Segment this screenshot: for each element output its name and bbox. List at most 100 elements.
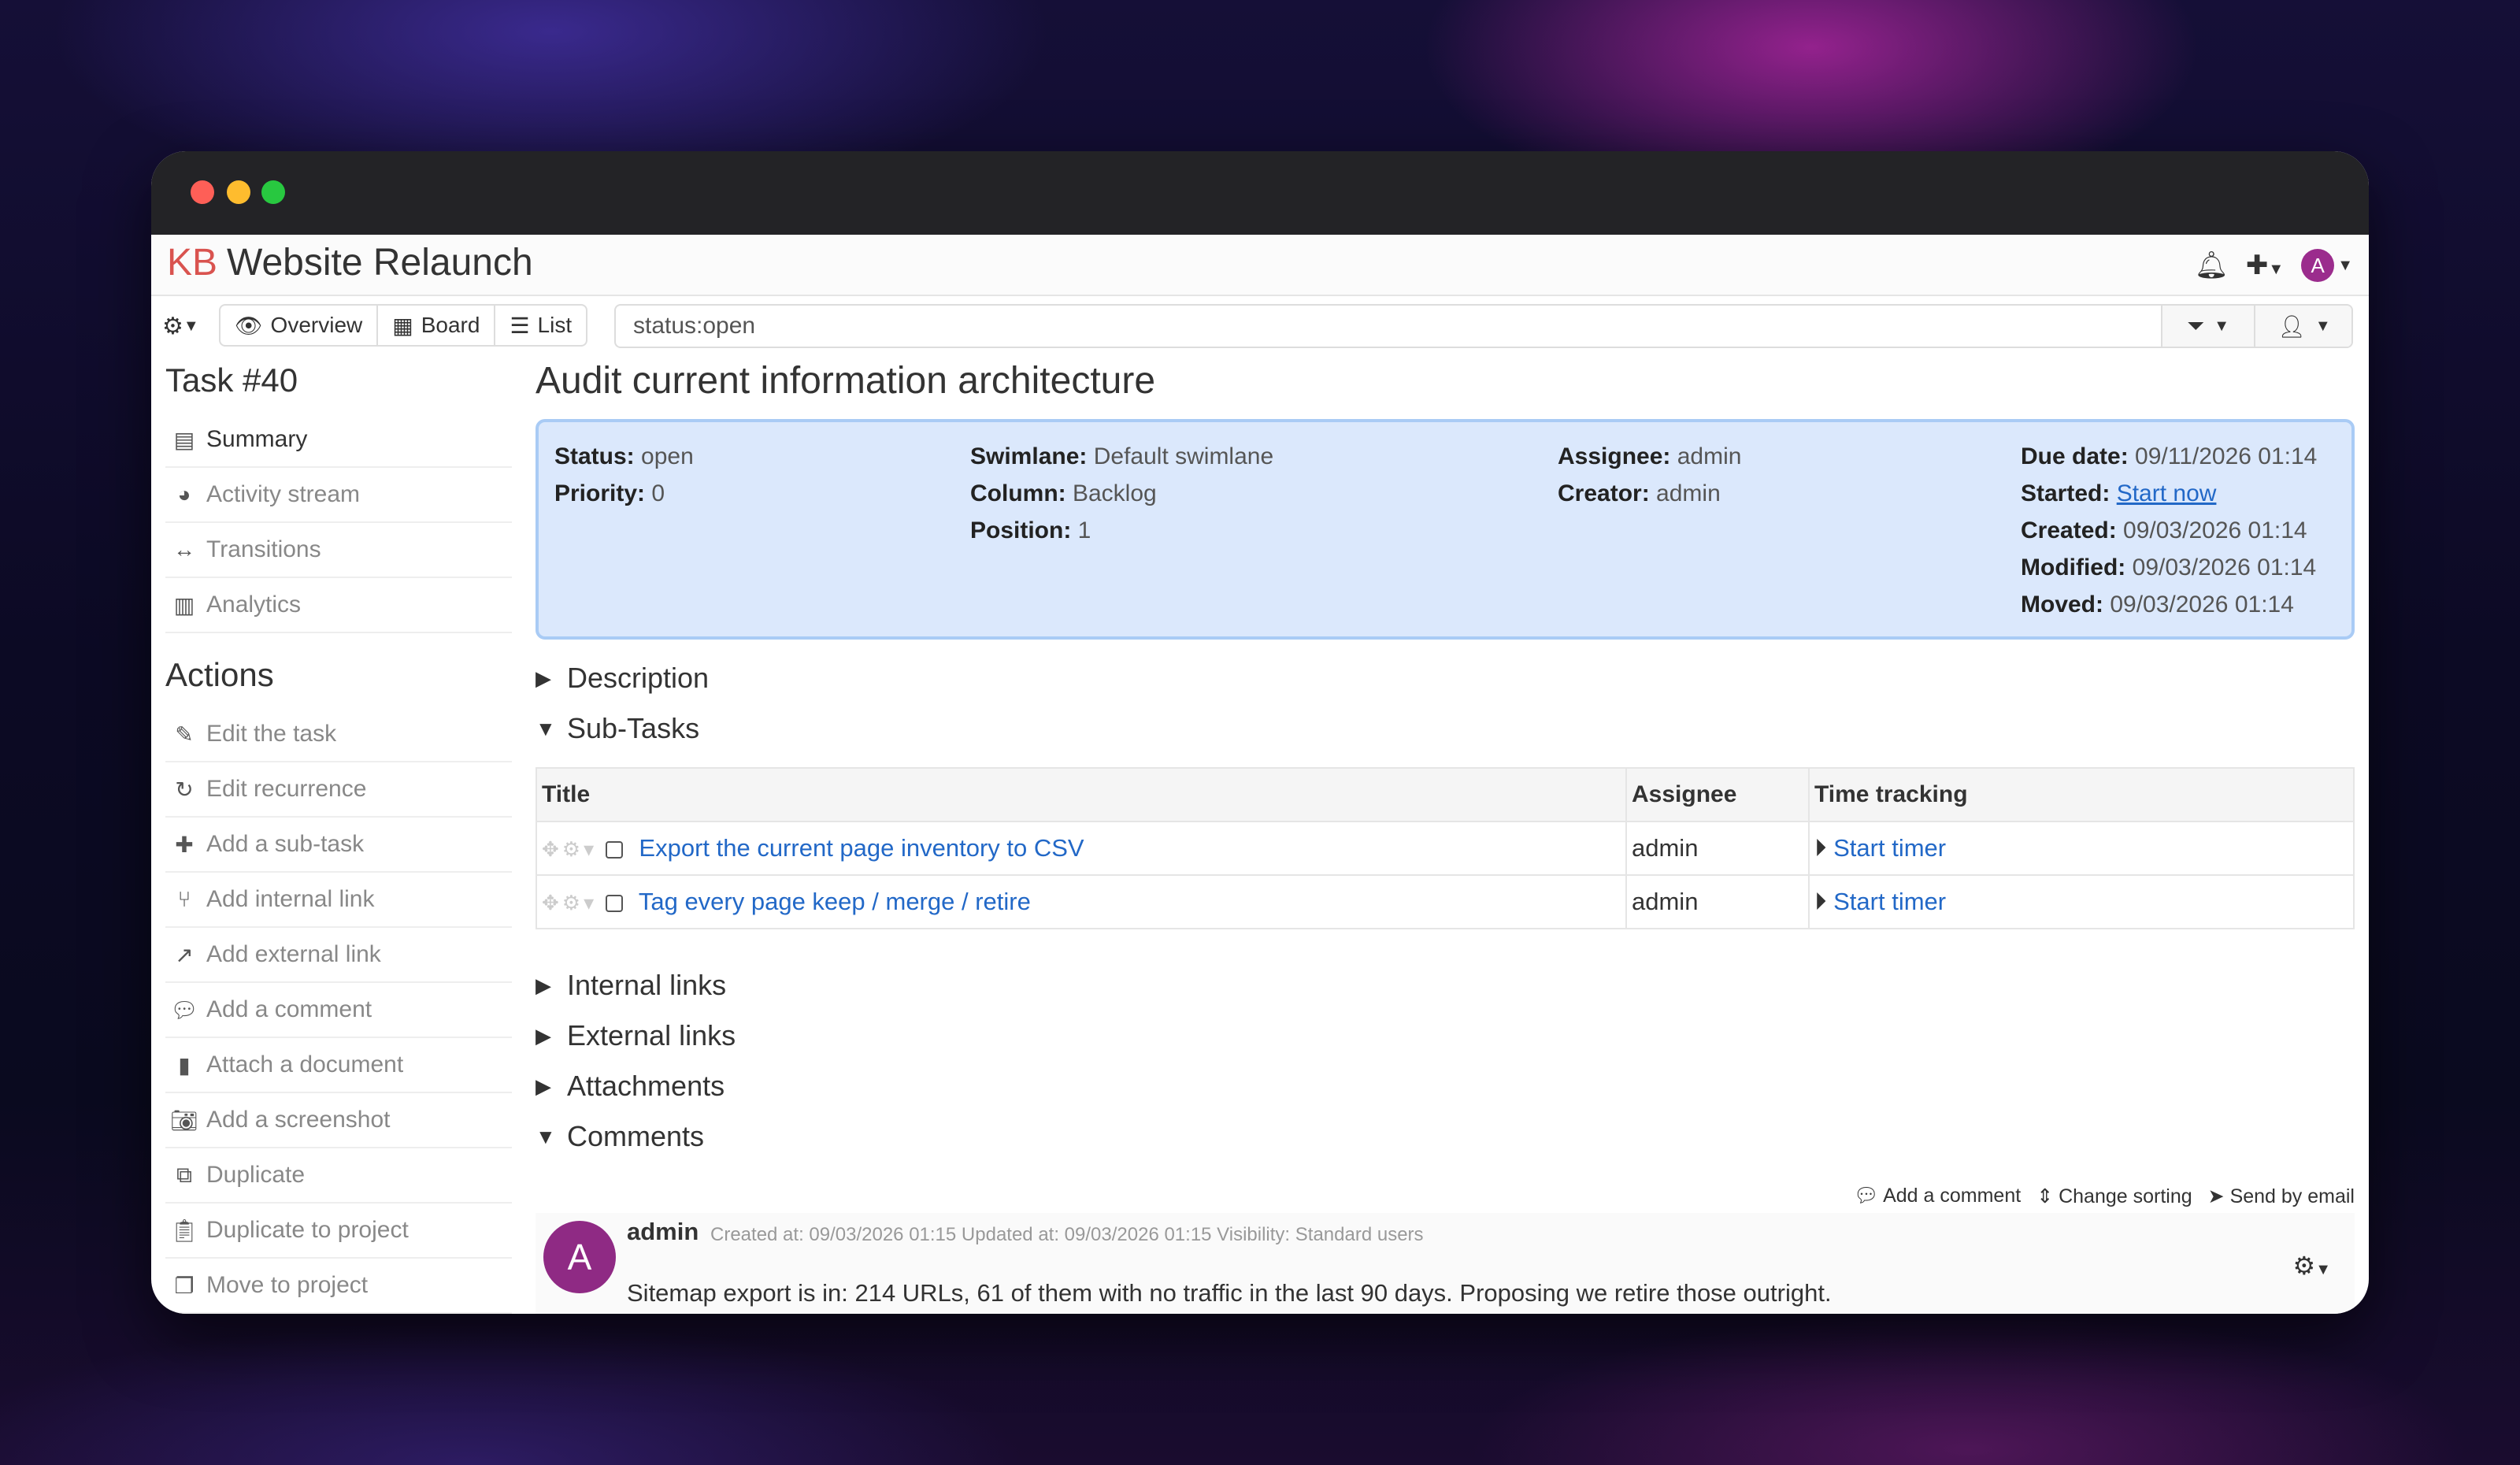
comment-item: A admin Created at: 09/03/2026 01:15 Upd… xyxy=(536,1213,2355,1314)
filter-bar: ⏷▼ 👤︎▼ xyxy=(614,304,2353,348)
subtask-checkbox[interactable] xyxy=(605,894,623,912)
caret-down-icon: ▼ xyxy=(2315,1261,2331,1278)
subtask-title-link[interactable]: Tag every page keep / merge / retire xyxy=(639,888,1031,915)
start-now-link[interactable]: Start now xyxy=(2117,480,2217,506)
action-attach-document[interactable]: ▮ Attach a document xyxy=(165,1038,512,1093)
play-circle-icon: ⏵ xyxy=(1814,833,1827,862)
sidebar-item-analytics[interactable]: ▥ Analytics xyxy=(165,578,512,633)
action-add-internal-link[interactable]: ⑂ Add internal link xyxy=(165,873,512,928)
action-edit-recurrence[interactable]: ↻ Edit recurrence xyxy=(165,762,512,818)
swimlane-value: Default swimlane xyxy=(1093,443,1274,469)
view-overview-button[interactable]: 👁︎ Overview xyxy=(220,306,379,345)
position-value: 1 xyxy=(1077,517,1091,543)
change-sorting-link[interactable]: ⇕ Change sorting xyxy=(2036,1185,2192,1208)
column-value: Backlog xyxy=(1072,480,1157,506)
drag-handle-icon[interactable]: ✥⚙▾ xyxy=(542,891,597,914)
start-timer-link[interactable]: Start timer xyxy=(1833,834,1946,862)
add-comment-label: Add a comment xyxy=(1883,1185,2022,1207)
moved-label: Moved: xyxy=(2021,592,2103,618)
task-title: Audit current information architecture xyxy=(536,360,1156,402)
camera-icon: 📷︎ xyxy=(170,1107,198,1133)
view-overview-label: Overview xyxy=(270,313,363,337)
status-label: Status: xyxy=(554,443,635,469)
caret-down-icon: ▼ xyxy=(2214,317,2230,335)
project-settings-dropdown[interactable]: ⚙ ▼ xyxy=(162,306,206,347)
window-titlebar xyxy=(151,151,2369,235)
avatar: A xyxy=(2301,249,2335,282)
subtask-title-link[interactable]: Export the current page inventory to CSV xyxy=(639,834,1084,862)
section-title: Comments xyxy=(567,1120,705,1152)
plus-icon: ✚ xyxy=(175,832,194,857)
action-label: Duplicate to project xyxy=(206,1217,409,1243)
project-title: Website Relaunch xyxy=(227,242,533,284)
comment-author: admin xyxy=(627,1218,699,1245)
section-title: External links xyxy=(567,1019,736,1051)
section-attachments-toggle[interactable]: ▶ Attachments xyxy=(536,1070,724,1103)
search-filter-input[interactable] xyxy=(616,306,2159,347)
action-add-comment[interactable]: 💬︎ Add a comment xyxy=(165,983,512,1038)
section-title: Internal links xyxy=(567,969,727,1001)
summary-col-status: Status: open Priority: 0 xyxy=(554,438,694,512)
close-window-button[interactable] xyxy=(191,180,214,204)
moved-value: 09/03/2026 01:14 xyxy=(2110,592,2294,618)
section-comments-toggle[interactable]: ▼ Comments xyxy=(536,1120,704,1153)
comment-icon: 💬︎ xyxy=(1853,1185,1879,1207)
view-list-button[interactable]: ☰ List xyxy=(495,306,586,345)
comment-text: Sitemap export is in: 214 URLs, 61 of th… xyxy=(627,1279,1832,1307)
view-switcher: 👁︎ Overview ▦ Board ☰ List xyxy=(219,304,588,347)
drag-handle-icon[interactable]: ✥⚙▾ xyxy=(542,837,597,861)
eye-icon: 👁︎ xyxy=(235,313,263,338)
action-duplicate[interactable]: ⧉ Duplicate xyxy=(165,1148,512,1204)
user-menu[interactable]: A ▼ xyxy=(2301,249,2353,282)
section-external-links-toggle[interactable]: ▶ External links xyxy=(536,1019,736,1052)
send-by-email-link[interactable]: ➤ Send by email xyxy=(2208,1185,2355,1208)
start-timer-link[interactable]: Start timer xyxy=(1833,888,1946,915)
modified-label: Modified: xyxy=(2021,554,2126,580)
column-header-title: Title xyxy=(536,767,1627,822)
comment-settings-dropdown[interactable]: ⚙▼ xyxy=(2293,1251,2331,1281)
action-label: Add a screenshot xyxy=(206,1107,391,1133)
add-comment-link[interactable]: 💬︎ Add a comment xyxy=(1854,1185,2021,1208)
section-internal-links-toggle[interactable]: ▶ Internal links xyxy=(536,969,726,1002)
section-title: Description xyxy=(567,662,710,694)
dashboard-icon: ◕ xyxy=(177,482,191,506)
kanboard-logo[interactable]: KB xyxy=(167,241,217,284)
action-add-subtask[interactable]: ✚ Add a sub-task xyxy=(165,818,512,873)
action-add-external-link[interactable]: ↗ Add external link xyxy=(165,928,512,983)
action-add-screenshot[interactable]: 📷︎ Add a screenshot xyxy=(165,1093,512,1148)
app-window: KB Website Relaunch 🔔︎ ✚▼ A ▼ ⚙ ▼ 👁︎ Over… xyxy=(151,151,2369,1314)
assignee-label: Assignee: xyxy=(1558,443,1671,469)
send-by-email-label: Send by email xyxy=(2229,1185,2355,1207)
task-main: Audit current information architecture S… xyxy=(536,358,2355,1314)
action-label: Duplicate xyxy=(206,1162,306,1188)
play-circle-icon: ⏵ xyxy=(1814,887,1827,915)
minimize-window-button[interactable] xyxy=(227,180,250,204)
subtask-timer-cell: ⏵ Start timer xyxy=(1808,821,2355,876)
view-board-button[interactable]: ▦ Board xyxy=(378,306,496,345)
column-header-assignee: Assignee xyxy=(1625,767,1810,822)
filter-dropdown-button[interactable]: ⏷ ▼ xyxy=(2161,306,2254,347)
sidebar-item-transitions[interactable]: ↔ Transitions xyxy=(165,523,512,578)
user-filter-dropdown-button[interactable]: 👤︎ ▼ xyxy=(2254,306,2351,347)
sidebar-item-label: Analytics xyxy=(206,592,302,618)
maximize-window-button[interactable] xyxy=(261,180,285,204)
action-move-to-project[interactable]: ❐ Move to project xyxy=(165,1259,512,1314)
comment-actions-bar: 💬︎ Add a comment ⇕ Change sorting ➤ Send… xyxy=(1854,1185,2355,1208)
section-subtasks-toggle[interactable]: ▼ Sub-Tasks xyxy=(536,712,699,745)
sidebar-item-summary[interactable]: ▤ Summary xyxy=(165,413,512,468)
action-label: Add internal link xyxy=(206,886,375,912)
plus-icon[interactable]: ✚▼ xyxy=(2246,250,2284,281)
caret-down-icon: ▼ xyxy=(2314,317,2331,335)
sidebar-item-activity-stream[interactable]: ◕ Activity stream xyxy=(165,468,512,523)
action-duplicate-to-project[interactable]: 📋︎ Duplicate to project xyxy=(165,1204,512,1259)
subtask-checkbox[interactable] xyxy=(605,840,623,859)
caret-down-icon: ▼ xyxy=(183,317,199,335)
column-header-time-tracking: Time tracking xyxy=(1808,767,2355,822)
action-edit-task[interactable]: ✎ Edit the task xyxy=(165,707,512,762)
arrows-h-icon: ↔ xyxy=(173,537,195,562)
creator-label: Creator: xyxy=(1558,480,1650,506)
bell-icon[interactable]: 🔔︎ xyxy=(2195,250,2229,281)
action-label: Add a comment xyxy=(206,996,372,1022)
section-title: Attachments xyxy=(567,1070,725,1102)
section-description-toggle[interactable]: ▶ Description xyxy=(536,662,709,695)
